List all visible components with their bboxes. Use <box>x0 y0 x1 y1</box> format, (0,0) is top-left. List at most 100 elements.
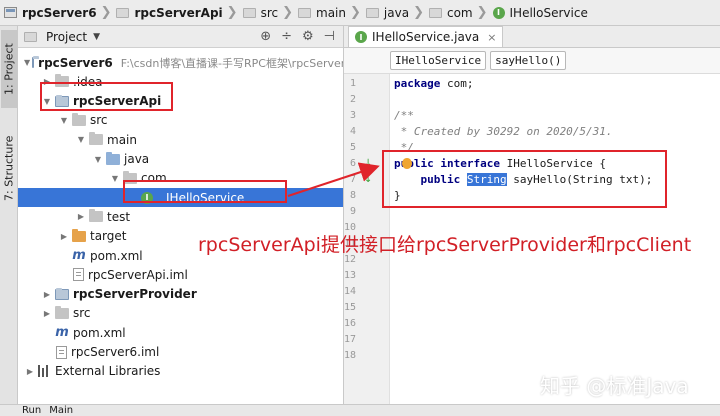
tree-node[interactable]: rpcServerApi.iml <box>18 265 343 284</box>
tree-node[interactable]: ▶ src <box>18 304 343 323</box>
tree-node[interactable]: ▶ External Libraries <box>18 362 343 381</box>
tree-node[interactable]: ▼ rpcServer6 F:\csdn博客\直播课-手写RPC框架\rpcServ… <box>18 53 344 72</box>
excluded-folder-icon <box>72 228 86 242</box>
collapse-arrow-icon[interactable]: ▶ <box>58 232 70 241</box>
interface-icon: I <box>492 6 505 19</box>
implementations-marker-icon[interactable]: ↓ <box>364 158 372 169</box>
breadcrumb-item[interactable]: main ❯ <box>298 5 366 20</box>
tree-node[interactable]: ▼ java <box>18 150 343 169</box>
line-number: 8 <box>349 190 356 201</box>
chevron-right-icon: ❯ <box>476 5 488 20</box>
line-number: 15 <box>344 302 357 313</box>
project-panel-title[interactable]: Project <box>46 30 87 44</box>
code-editor: I IHelloService.java × IHelloService say… <box>344 26 720 404</box>
gear-icon[interactable]: ⚙ <box>302 29 314 44</box>
chevron-right-icon: ❯ <box>282 5 294 20</box>
folder-icon <box>89 209 103 223</box>
bottom-tool-bar: Run Main <box>0 404 720 416</box>
chevron-down-icon[interactable]: ▼ <box>93 32 100 42</box>
line-number: 14 <box>344 286 357 297</box>
breadcrumb-label: main <box>316 5 346 20</box>
module-folder-icon <box>32 56 40 68</box>
tree-node-label: target <box>90 229 127 244</box>
collapse-arrow-icon[interactable]: ▶ <box>41 309 53 318</box>
annotation-caption: rpcServerApi提供接口给rpcServerProvider和rpcCl… <box>198 234 692 256</box>
tree-node-label: rpcServerApi.iml <box>88 267 188 282</box>
maven-icon: m <box>55 325 69 341</box>
code-line-3: /** <box>394 109 414 122</box>
highlight-box-ihelloservice <box>123 180 287 203</box>
breadcrumb-item[interactable]: I IHelloService <box>492 6 588 20</box>
editor-tab-bar: I IHelloService.java × <box>344 26 720 48</box>
code-line-1: package com; <box>394 77 474 90</box>
target-icon[interactable]: ⊕ <box>260 29 271 44</box>
left-tool-strip: 1: Project 7: Structure <box>0 26 18 404</box>
project-panel-header: Project ▼ ⊕ ÷ ⚙ ⊣ <box>18 26 343 48</box>
expand-arrow-icon[interactable]: ▼ <box>75 135 87 144</box>
line-number: 9 <box>349 206 356 217</box>
collapse-icon[interactable]: ÷ <box>281 29 292 44</box>
collapse-arrow-icon[interactable]: ▶ <box>75 212 87 221</box>
run-tool-tab[interactable]: Run <box>22 405 41 416</box>
folder-icon <box>365 7 379 18</box>
breadcrumb-item[interactable]: src ❯ <box>242 5 298 20</box>
module-folder-icon <box>55 287 69 300</box>
tree-node[interactable]: ▶ test <box>18 207 343 226</box>
chevron-right-icon: ❯ <box>100 5 112 20</box>
tree-node-label: rpcServerProvider <box>73 287 197 302</box>
breadcrumb-item[interactable]: rpcServer6 ❯ <box>4 5 116 20</box>
close-icon[interactable]: × <box>487 31 496 44</box>
project-tool-tab[interactable]: 1: Project <box>1 30 17 108</box>
collapse-arrow-icon[interactable]: ▶ <box>41 290 53 299</box>
breadcrumb-item[interactable]: java ❯ <box>365 5 429 20</box>
line-number: 4 <box>349 126 356 137</box>
breadcrumb-item[interactable]: com ❯ <box>428 5 493 20</box>
folder-icon <box>55 305 69 319</box>
crumb-method[interactable]: sayHello() <box>490 51 567 70</box>
project-icon <box>4 7 17 18</box>
line-number: 16 <box>344 318 357 329</box>
folder-icon <box>72 112 86 126</box>
tree-node-label: java <box>124 152 150 166</box>
hide-panel-icon[interactable]: ⊣ <box>324 29 335 44</box>
tree-node-label: test <box>107 209 131 224</box>
folder-icon <box>89 132 103 146</box>
line-number: 18 <box>344 350 357 361</box>
tree-node[interactable]: ▼ src <box>18 111 343 130</box>
editor-structure-breadcrumb: IHelloService sayHello() <box>344 48 720 74</box>
tree-node[interactable]: rpcServer6.iml <box>18 343 343 362</box>
tree-node-label: rpcServer6.iml <box>71 345 160 359</box>
library-icon <box>38 365 50 378</box>
expand-arrow-icon[interactable]: ▼ <box>58 116 70 125</box>
expand-arrow-icon[interactable]: ▼ <box>109 174 121 183</box>
breadcrumb-label: com <box>446 5 473 20</box>
code-line-4: * Created by 30292 on 2020/5/31. <box>394 125 613 138</box>
tree-node[interactable]: ▶ rpcServerProvider <box>18 285 343 304</box>
run-config-main[interactable]: Main <box>49 405 73 416</box>
line-number: 3 <box>349 110 356 121</box>
crumb-class[interactable]: IHelloService <box>390 51 487 70</box>
editor-tab-label: IHelloService.java <box>372 30 480 44</box>
expand-arrow-icon[interactable]: ▼ <box>92 155 104 164</box>
tree-node-path: F:\csdn博客\直播课-手写RPC框架\rpcServer <box>120 56 344 70</box>
tree-node-label: main <box>107 132 137 147</box>
implementations-marker-icon[interactable]: ↓ <box>364 174 372 185</box>
chevron-right-icon: ❯ <box>413 5 424 20</box>
line-number: 1 <box>349 78 356 89</box>
highlight-box-interface-code <box>382 150 667 208</box>
tree-node-label: src <box>73 306 91 321</box>
line-number: 17 <box>344 334 357 345</box>
tree-node[interactable]: ▼ main <box>18 130 343 149</box>
breadcrumb-item[interactable]: rpcServerApi ❯ <box>116 5 242 20</box>
file-icon <box>73 268 84 282</box>
tree-node[interactable]: m pom.xml <box>18 323 343 342</box>
line-number: 5 <box>349 142 356 153</box>
breadcrumb-label: src <box>260 5 279 20</box>
structure-tool-tab[interactable]: 7: Structure <box>1 122 17 214</box>
editor-tab-ihelloservice[interactable]: I IHelloService.java × <box>348 26 504 47</box>
collapse-arrow-icon[interactable]: ▶ <box>24 367 36 376</box>
expand-arrow-icon[interactable]: ▼ <box>24 58 30 67</box>
folder-icon <box>428 7 442 18</box>
maven-icon: m <box>72 248 86 263</box>
source-folder-icon <box>106 151 120 165</box>
